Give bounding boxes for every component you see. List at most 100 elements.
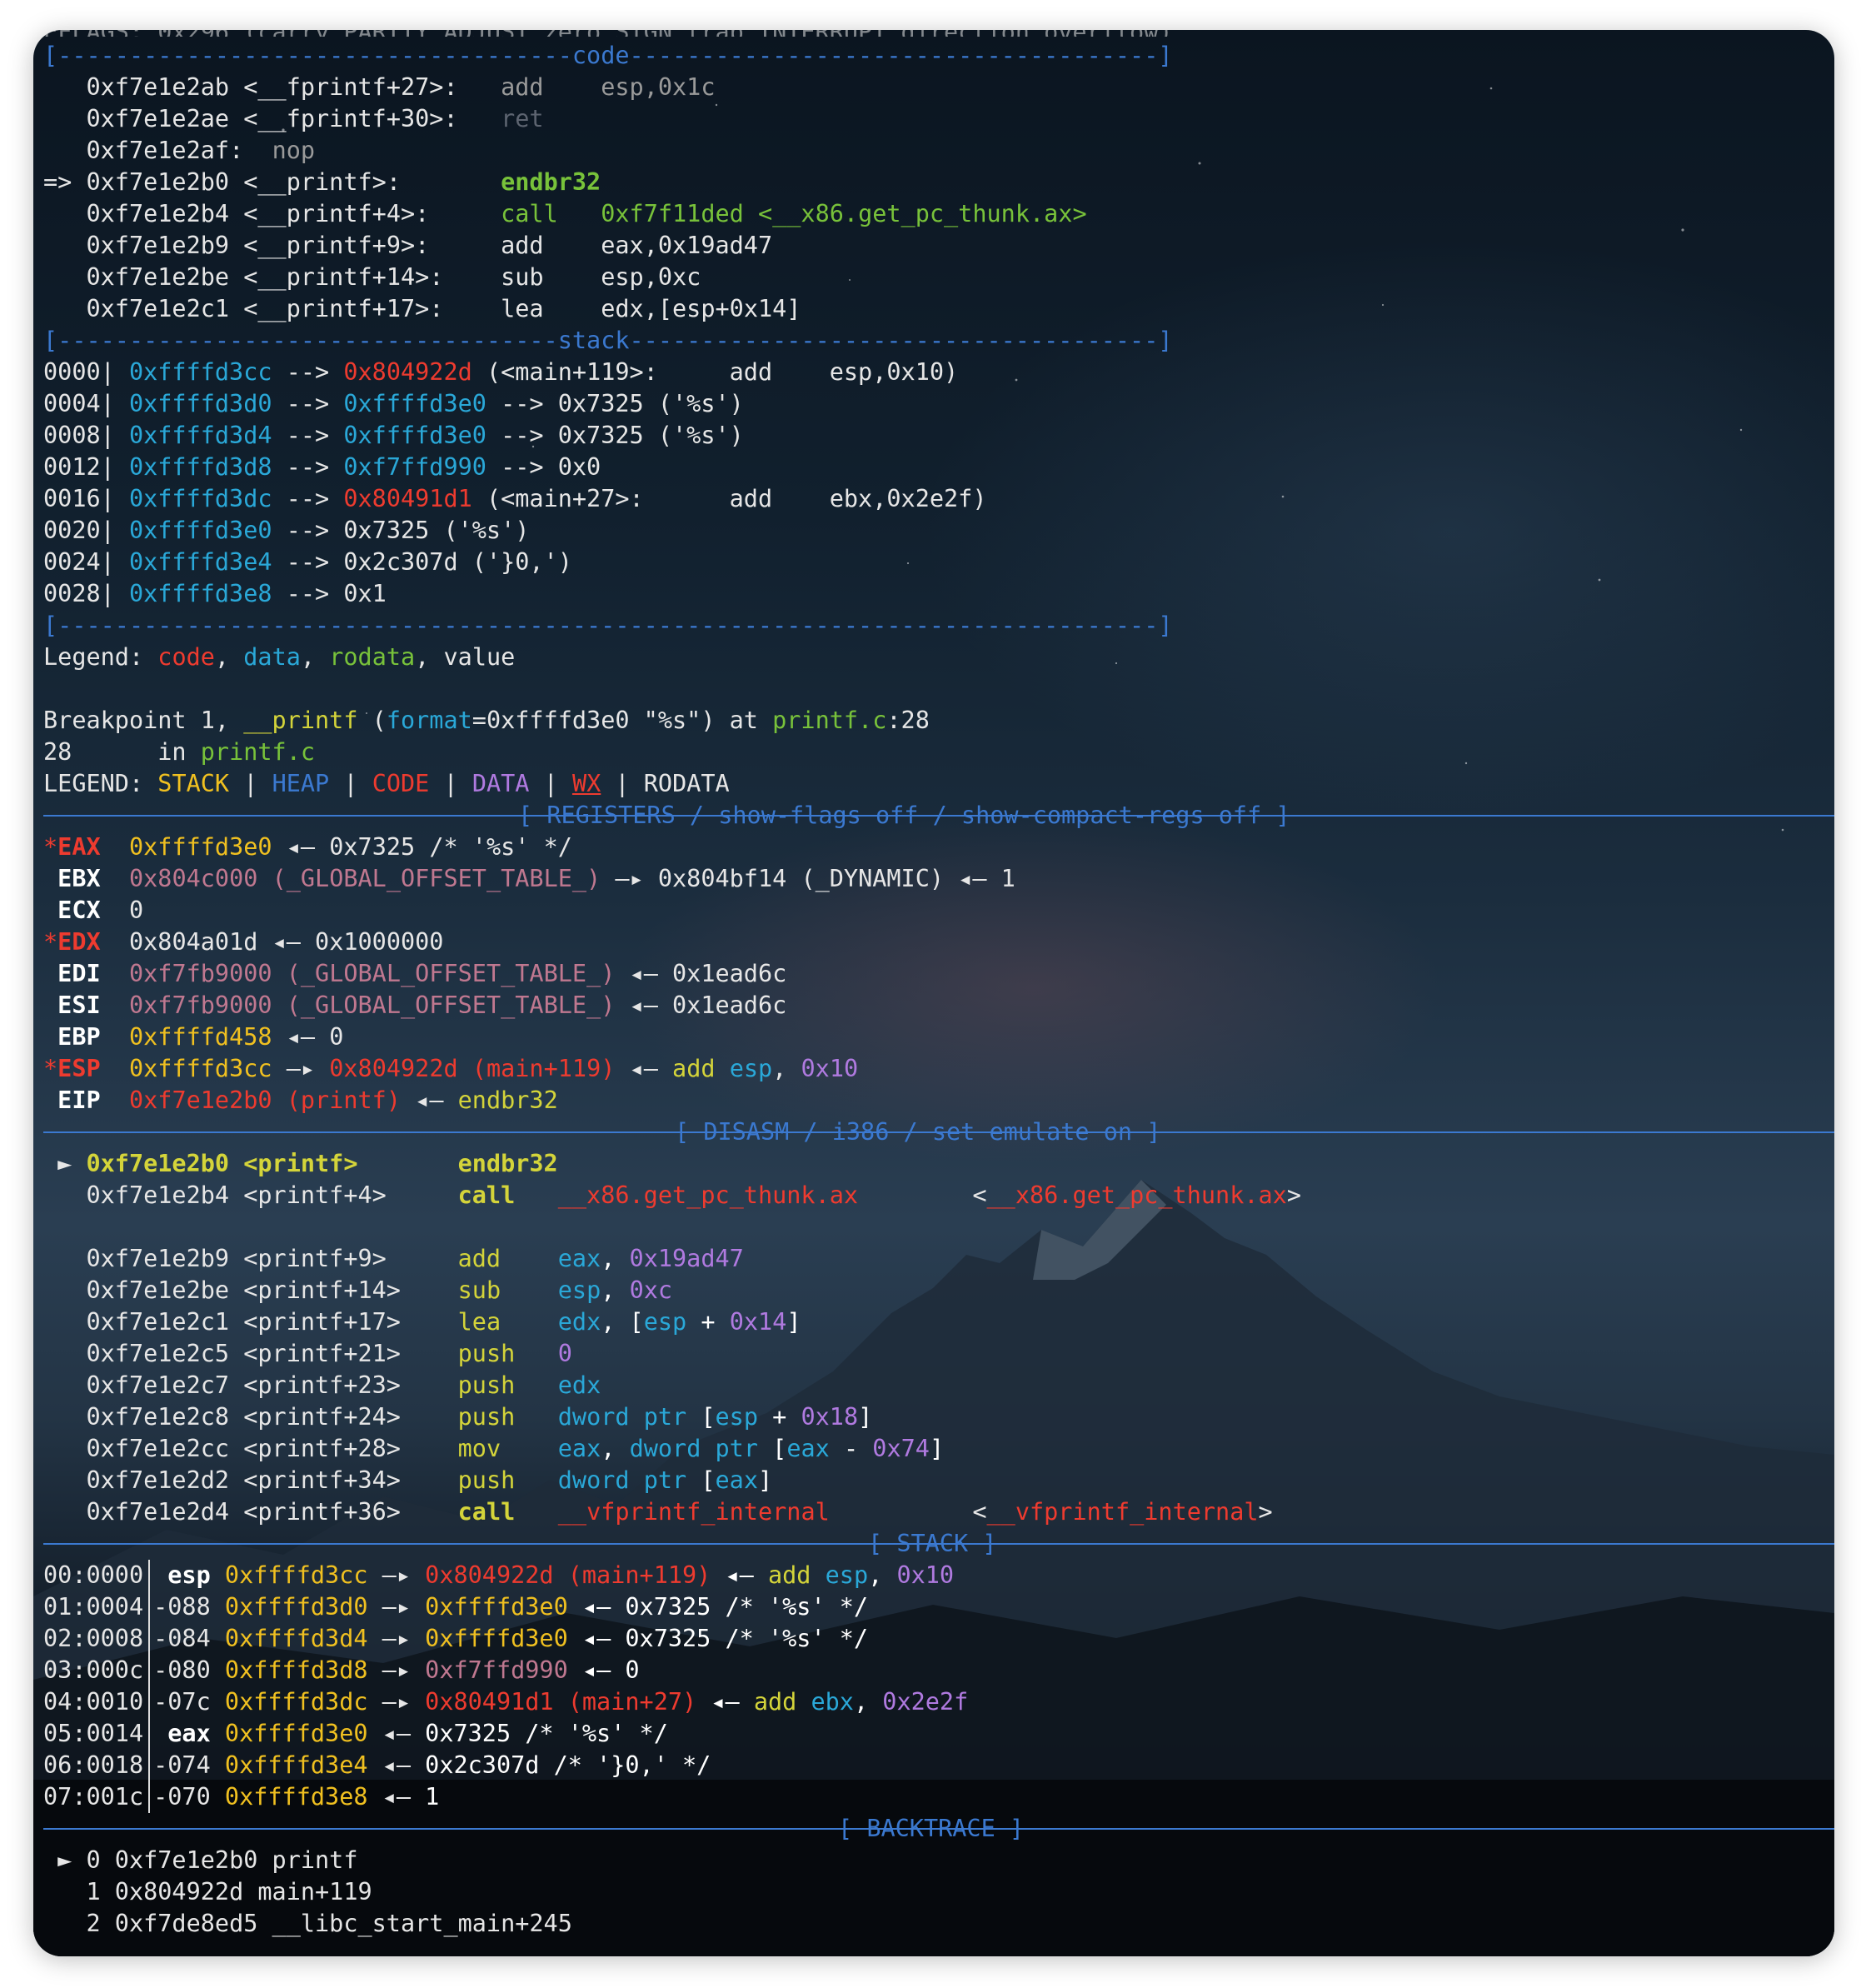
- peda-code-line: 0xf7e1e2af: nop: [43, 135, 1826, 167]
- current-marker: ►: [43, 1846, 87, 1874]
- line-marker: [43, 263, 86, 291]
- pointer-value: 0xf7ffd990: [343, 453, 486, 481]
- disasm-line: 0xf7e1e2c8 <printf+24> push dword ptr [e…: [43, 1401, 1826, 1433]
- peda-code-line: 0xf7e1e2ab <__fprintf+27>: add esp,0x1c: [43, 72, 1826, 103]
- column-divider: [148, 1623, 151, 1655]
- current-marker: [43, 1340, 86, 1367]
- dereference: ◂— 0: [567, 1656, 640, 1684]
- stack-register: esp: [153, 1561, 211, 1589]
- backtrace-frame: 2 0xf7de8ed5 __libc_start_main+245: [43, 1908, 1826, 1940]
- register-name: EDI: [57, 960, 101, 987]
- spacer: <: [858, 1181, 987, 1209]
- current-marker: [43, 1371, 86, 1399]
- stack-index: 05:0014: [43, 1720, 144, 1747]
- arrow: —▸: [367, 1561, 426, 1589]
- operand: ,: [601, 1245, 630, 1272]
- dereference: esp: [825, 1561, 869, 1589]
- backtrace-header: [ BACKTRACE ]: [43, 1813, 1834, 1845]
- arrow: -->: [272, 548, 344, 576]
- peda-legend: Legend: code, data, rodata, value: [43, 643, 516, 671]
- current-marker: [43, 1910, 86, 1937]
- operand: ]: [758, 1466, 773, 1494]
- dereference: 0x1ead6c: [672, 960, 787, 987]
- arrow: ◂—: [615, 1055, 673, 1082]
- mnemonic: endbr32: [501, 168, 601, 196]
- peda-footer-rule: [---------------------------------------…: [43, 612, 1173, 639]
- peda-code-line: 0xf7e1e2ae <__fprintf+30>: ret: [43, 103, 1826, 135]
- stack-address: 0xffffd3e8: [224, 1783, 368, 1811]
- disasm-section: ► 0xf7e1e2b0 <printf> endbr32 0xf7e1e2b4…: [43, 1148, 1826, 1528]
- mnemonic: call: [501, 200, 558, 227]
- current-marker: [43, 1276, 86, 1304]
- dereference: add: [753, 1688, 797, 1716]
- operand: -: [829, 1435, 873, 1462]
- eflags-line-clipped: EFLAGS: 0x296 (carry PARITY ADJUST zero …: [43, 30, 1826, 37]
- operands: esp,0xc: [601, 263, 701, 291]
- comma: ,: [772, 1055, 801, 1082]
- disasm-line: 0xf7e1e2c1 <printf+17> lea edx, [esp + 0…: [43, 1306, 1826, 1338]
- operand: +: [686, 1308, 730, 1336]
- arrow: —▸: [367, 1688, 426, 1716]
- terminal-window[interactable]: EFLAGS: 0x296 (carry PARITY ADJUST zero …: [33, 30, 1834, 1956]
- pointer-value: 0xffffd3e0: [343, 422, 486, 449]
- peda-stack-line: 0024| 0xffffd3e4 --> 0x2c307d ('}0,'): [43, 547, 1826, 578]
- changed-marker: *: [43, 928, 58, 956]
- register-name: EDX: [57, 928, 101, 956]
- stack-address: 0xffffd3e0: [224, 1720, 368, 1747]
- arrow: ◂—: [367, 1720, 426, 1747]
- operand: 0: [557, 1340, 572, 1367]
- stack-header: [ STACK ]: [43, 1528, 1834, 1560]
- stack-offset: 0012|: [43, 453, 129, 481]
- operand: dword ptr: [557, 1466, 687, 1494]
- peda-code-line: 0xf7e1e2b4 <__printf+4>: call 0xf7f11ded…: [43, 198, 1826, 230]
- instruction-address: 0xf7e1e2b9: [86, 232, 230, 259]
- line-marker: [43, 137, 86, 164]
- operand: [: [686, 1466, 716, 1494]
- operand: esp: [557, 1276, 601, 1304]
- dereference: 0x2c307d /* '}0,' */: [425, 1751, 711, 1779]
- operand: esp: [643, 1308, 687, 1336]
- column-divider: [148, 1591, 151, 1623]
- stack-address: 0xffffd3cc: [224, 1561, 368, 1589]
- dereference: 0x7325 /* '%s' */: [425, 1720, 668, 1747]
- mnemonic: add: [672, 1055, 716, 1082]
- stack-offset: 0000|: [43, 358, 129, 386]
- disasm-line: 0xf7e1e2b4 <printf+4> call __x86.get_pc_…: [43, 1180, 1826, 1211]
- stack-address: 0xffffd3d4: [224, 1625, 368, 1652]
- peda-stack-line: 0020| 0xffffd3e0 --> 0x7325 ('%s'): [43, 515, 1826, 547]
- column-divider: [148, 1718, 151, 1750]
- stack-row: 03:000c -080 0xffffd3d8 —▸ 0xf7ffd990 ◂— …: [43, 1655, 1826, 1686]
- disasm-line: 0xf7e1e2be <printf+14> sub esp, 0xc: [43, 1275, 1826, 1306]
- line-marker: [43, 295, 86, 322]
- register-edi: EDI 0xf7fb9000 (_GLOBAL_OFFSET_TABLE_) ◂…: [43, 958, 1826, 990]
- instruction-symbol: <__printf+14>:: [229, 263, 444, 291]
- dereference: ◂—: [696, 1688, 754, 1716]
- mnemonic: nop: [272, 137, 316, 164]
- arrow: -->: [272, 422, 344, 449]
- stack-offset: 0004|: [43, 390, 129, 417]
- line-marker: [43, 232, 86, 259]
- operand: ]: [786, 1308, 801, 1336]
- operand: [: [758, 1435, 787, 1462]
- dereference: --> 0x0: [486, 453, 601, 481]
- stack-address: 0xffffd3d0: [128, 390, 272, 417]
- stack-section: 00:0000 esp 0xffffd3cc —▸ 0x804922d (mai…: [43, 1560, 1826, 1813]
